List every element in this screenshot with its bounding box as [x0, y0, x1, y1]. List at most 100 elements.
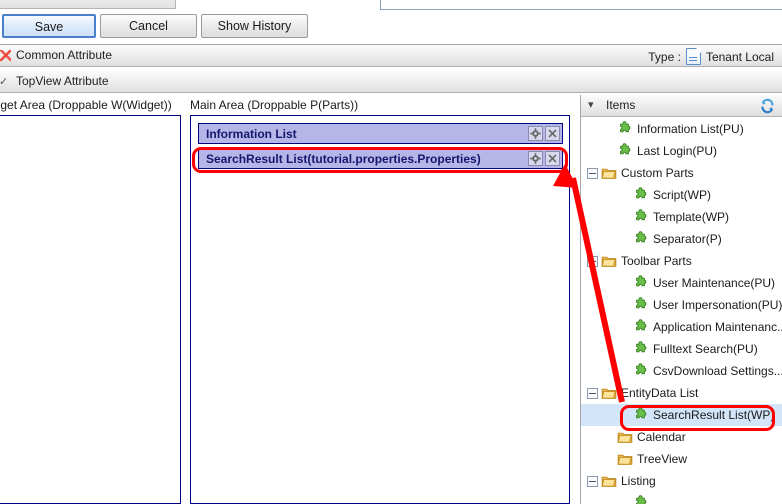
show-history-button[interactable]: Show History	[201, 14, 308, 38]
puzzle-icon	[620, 143, 631, 155]
main-drop-area[interactable]: Information List SearchResult List(tutor…	[190, 115, 570, 504]
chevron-down-icon[interactable]: ▾	[588, 98, 594, 111]
gear-icon[interactable]	[528, 151, 543, 166]
tree-item[interactable]: Information List(PU)	[581, 118, 782, 140]
tree-item[interactable]: Separator(P)	[581, 228, 782, 250]
tree-item[interactable]: EntityData List	[581, 382, 782, 404]
puzzle-icon	[636, 297, 647, 309]
collapse-arrow-icon: ❌	[0, 50, 11, 62]
puzzle-icon	[633, 187, 653, 203]
tree-item[interactable]: TreeView	[581, 448, 782, 470]
tree-item-label: Last Login(PU)	[637, 144, 718, 158]
collapse-toggle-icon[interactable]	[587, 167, 598, 179]
tree-item-label: EntityData List	[621, 386, 699, 400]
folder-icon	[617, 429, 637, 445]
items-panel-header[interactable]: ▾ Items	[581, 95, 782, 117]
items-panel-title: Items	[606, 98, 636, 112]
tree-item[interactable]: Application Maintenanc...	[581, 316, 782, 338]
tree-item[interactable]: Fulltext Search(PU)	[581, 338, 782, 360]
tree-item[interactable]: CsvDownload Settings...	[581, 360, 782, 382]
folder-icon	[601, 385, 621, 401]
folder-icon	[601, 256, 617, 267]
puzzle-icon	[636, 231, 647, 243]
section-header-common-attribute[interactable]: ❌ Common Attribute Type : Tenant Local	[0, 45, 782, 67]
puzzle-icon	[633, 319, 653, 335]
widget-drop-area[interactable]	[0, 115, 181, 504]
folder-icon	[617, 432, 633, 443]
tree-item-label: User Impersonation(PU)	[653, 298, 782, 312]
collapse-toggle-icon[interactable]	[587, 475, 598, 487]
gear-icon[interactable]	[528, 126, 543, 141]
folder-icon	[601, 168, 617, 179]
puzzle-icon	[636, 341, 647, 353]
folder-icon	[601, 388, 617, 399]
puzzle-icon	[620, 121, 631, 133]
puzzle-icon	[633, 297, 653, 313]
tree-item[interactable]: User Maintenance(PU)	[581, 272, 782, 294]
items-tree[interactable]: Information List(PU) Last Login(PU) Custom…	[581, 118, 782, 504]
tree-item[interactable]: Calendar	[581, 426, 782, 448]
tree-item[interactable]: Custom Parts	[581, 162, 782, 184]
save-button[interactable]: Save	[2, 14, 96, 38]
tree-item-label: Template(WP)	[653, 210, 730, 224]
tree-item-label: Fulltext Search(PU)	[653, 342, 758, 356]
part-tools	[528, 126, 560, 141]
tree-item-label: Separator(P)	[653, 232, 722, 246]
tree-item[interactable]: Script(WP)	[581, 184, 782, 206]
puzzle-icon	[633, 275, 653, 291]
puzzle-icon	[633, 231, 653, 247]
folder-icon	[617, 454, 633, 465]
close-icon[interactable]	[545, 151, 560, 166]
folder-icon	[601, 253, 621, 269]
tree-item[interactable]: SearchResult List(WP)	[581, 404, 782, 426]
section-label-topview-attribute: TopView Attribute	[16, 74, 109, 88]
tree-item-label: CsvDownload Settings...	[653, 364, 782, 378]
puzzle-icon	[633, 495, 653, 504]
expand-arrow-icon: ✓	[0, 76, 9, 88]
collapse-toggle-icon[interactable]	[587, 387, 598, 399]
type-value: Tenant Local	[705, 49, 774, 64]
puzzle-icon	[633, 209, 653, 225]
puzzle-icon	[636, 319, 647, 331]
part-searchresult-list[interactable]: SearchResult List(tutorial.properties.Pr…	[198, 148, 563, 169]
collapse-toggle-icon[interactable]	[587, 255, 598, 267]
close-icon[interactable]	[545, 126, 560, 141]
tree-item[interactable]: User Impersonation(PU)	[581, 294, 782, 316]
tab-stub[interactable]	[0, 0, 176, 9]
tree-item[interactable]: Template(WP)	[581, 206, 782, 228]
folder-icon	[617, 451, 637, 467]
tree-item[interactable]: Toolbar Parts	[581, 250, 782, 272]
cancel-button[interactable]: Cancel	[100, 14, 197, 38]
tree-item[interactable]	[581, 492, 782, 504]
part-tools	[528, 151, 560, 166]
part-label: SearchResult List(tutorial.properties.Pr…	[206, 152, 481, 166]
tree-item-label: TreeView	[637, 452, 688, 466]
panel-stub	[380, 0, 782, 10]
main-area-title: Main Area (Droppable P(Parts))	[190, 98, 359, 112]
section-label-common-attribute: Common Attribute	[16, 48, 113, 62]
puzzle-icon	[636, 495, 647, 504]
type-label: Type :	[648, 49, 681, 64]
tree-item-label: Toolbar Parts	[621, 254, 692, 268]
tree-item-label: User Maintenance(PU)	[653, 276, 776, 290]
tree-item[interactable]: Listing	[581, 470, 782, 492]
puzzle-icon	[633, 363, 653, 379]
tree-item-label: Custom Parts	[621, 166, 694, 180]
tree-item-label: Information List(PU)	[637, 122, 744, 136]
tree-item[interactable]: Last Login(PU)	[581, 140, 782, 162]
puzzle-icon	[617, 143, 637, 159]
top-chrome-strip	[0, 0, 782, 10]
section-header-topview-attribute[interactable]: ✓ TopView Attribute	[0, 71, 782, 93]
items-panel: ▾ Items Information List(PU) Last Login(P…	[580, 95, 782, 504]
part-information-list[interactable]: Information List	[198, 123, 563, 144]
refresh-icon[interactable]	[758, 97, 777, 115]
